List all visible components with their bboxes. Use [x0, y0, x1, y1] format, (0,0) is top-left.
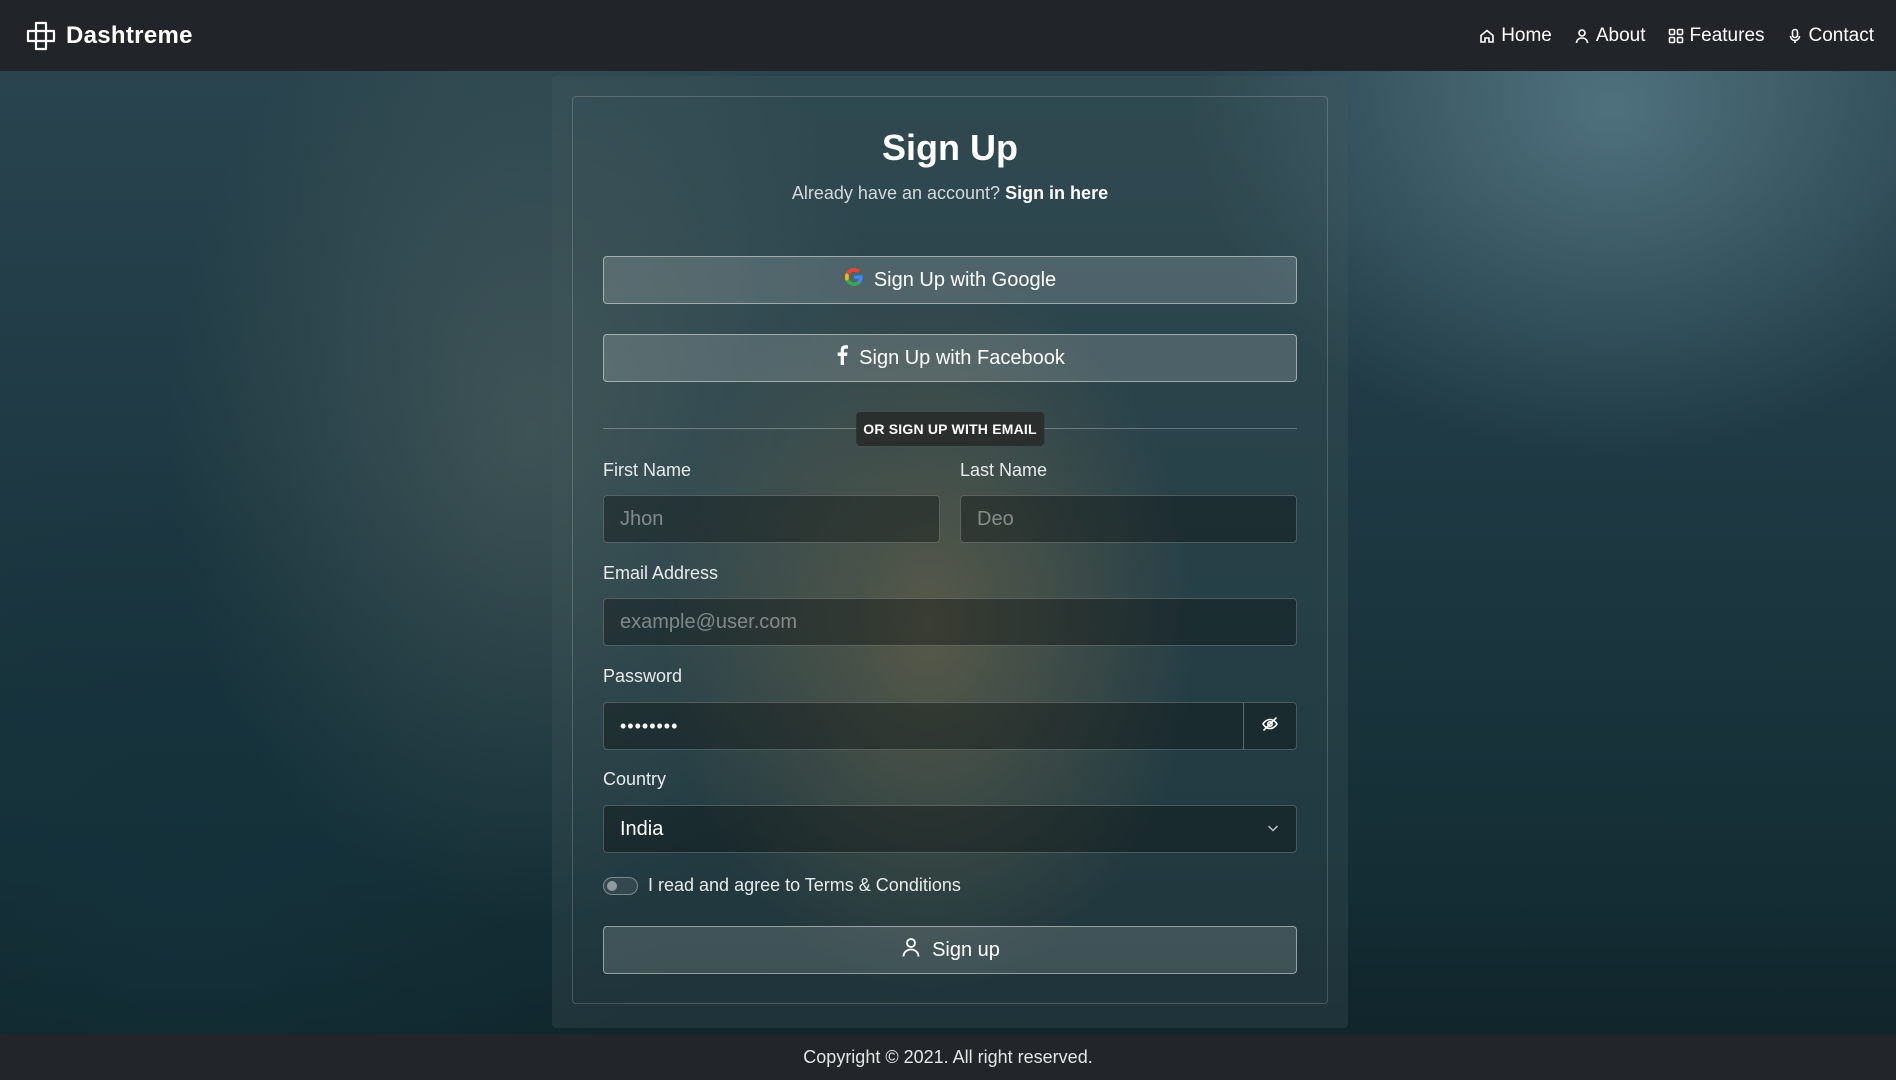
user-icon [900, 936, 922, 964]
nav-contact-label: Contact [1808, 24, 1874, 46]
country-label: Country [603, 769, 667, 789]
password-input[interactable] [603, 702, 1244, 750]
nav-about[interactable]: About [1574, 25, 1646, 47]
facebook-signup-button[interactable]: Sign Up with Facebook [603, 334, 1297, 382]
signin-prompt: Already have an account? Sign in here [573, 183, 1327, 204]
brand-logo[interactable]: Dashtreme [26, 21, 193, 51]
brand-name: Dashtreme [66, 21, 193, 49]
email-label: Email Address [603, 563, 719, 583]
country-selected-value: India [620, 817, 664, 840]
main-nav: Home About Features Contact [1479, 25, 1874, 47]
google-icon [844, 267, 864, 293]
top-navbar: Dashtreme Home About Features Contact [0, 0, 1896, 71]
nav-features[interactable]: Features [1668, 25, 1765, 47]
terms-label[interactable]: I read and agree to Terms & Conditions [648, 875, 961, 896]
user-icon [1574, 28, 1590, 44]
signin-link[interactable]: Sign in here [1005, 183, 1108, 203]
terms-toggle[interactable] [603, 876, 638, 895]
signup-card: Sign Up Already have an account? Sign in… [572, 96, 1328, 1004]
eye-slash-icon [1261, 715, 1279, 738]
nav-home-label: Home [1501, 24, 1552, 46]
first-name-label: First Name [603, 460, 692, 480]
terms-row: I read and agree to Terms & Conditions [603, 875, 961, 896]
facebook-icon [835, 345, 849, 371]
nav-contact[interactable]: Contact [1787, 25, 1874, 47]
facebook-signup-label: Sign Up with Facebook [859, 346, 1065, 369]
page-title: Sign Up [882, 127, 1018, 168]
google-signup-button[interactable]: Sign Up with Google [603, 256, 1297, 304]
divider-label: OR SIGN UP WITH EMAIL [856, 412, 1044, 446]
last-name-input[interactable] [960, 495, 1297, 543]
signup-submit-button[interactable]: Sign up [603, 926, 1297, 974]
nav-about-label: About [1595, 24, 1646, 46]
grid-icon [1668, 28, 1684, 44]
chevron-down-icon [1266, 818, 1280, 841]
nav-home[interactable]: Home [1479, 25, 1552, 47]
signup-submit-label: Sign up [932, 938, 1000, 961]
nav-features-label: Features [1689, 24, 1765, 46]
puzzle-cross-icon [26, 21, 56, 51]
country-select[interactable]: India [603, 805, 1297, 853]
first-name-input[interactable] [603, 495, 940, 543]
copyright-text: Copyright © 2021. All right reserved. [803, 1046, 1093, 1067]
home-icon [1479, 28, 1495, 44]
signin-prompt-text: Already have an account? [791, 183, 1001, 203]
google-signup-label: Sign Up with Google [873, 268, 1057, 291]
microphone-icon [1787, 28, 1803, 44]
email-input[interactable] [603, 598, 1297, 646]
page-footer: Copyright © 2021. All right reserved. [0, 1034, 1896, 1080]
password-label: Password [603, 666, 683, 686]
last-name-label: Last Name [960, 460, 1048, 480]
password-visibility-toggle[interactable] [1243, 702, 1297, 750]
